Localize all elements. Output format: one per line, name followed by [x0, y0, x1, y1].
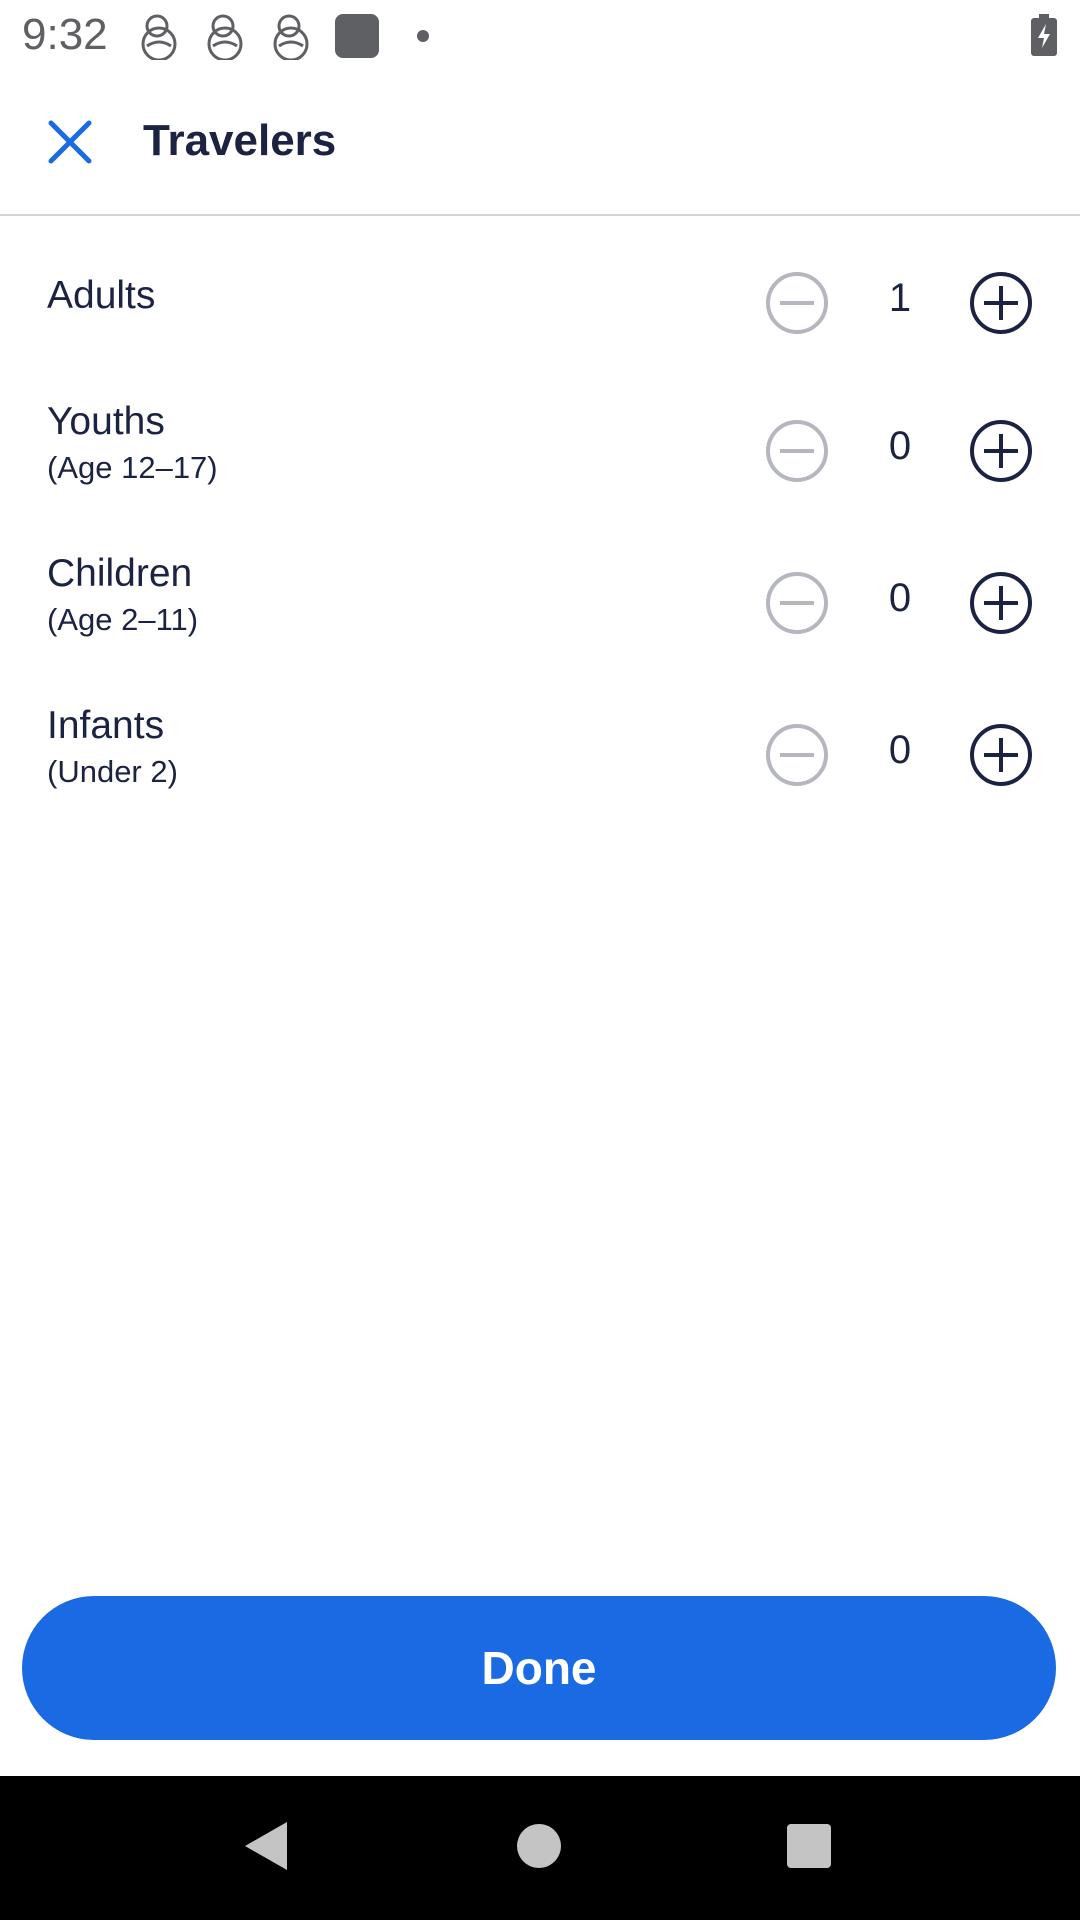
plus-circle-icon: [968, 272, 1034, 340]
infants-count: 0: [888, 728, 912, 772]
nav-recents-button[interactable]: [773, 1812, 845, 1884]
recents-square-icon: [785, 1822, 833, 1875]
minus-circle-icon: [764, 420, 830, 488]
increment-children-button[interactable]: [968, 570, 1034, 636]
traveler-row-adults: Adults 1: [0, 218, 1080, 370]
close-icon: [47, 119, 93, 170]
increment-infants-button[interactable]: [968, 722, 1034, 788]
notification-app-icon: [137, 12, 181, 62]
back-triangle-icon: [241, 1820, 291, 1877]
plus-circle-icon: [968, 724, 1034, 792]
travelers-screen: 9:32 Travelers Adults 1 Youths (Age 12–1…: [0, 0, 1080, 1920]
minus-circle-icon: [764, 572, 830, 640]
system-nav-bar: [0, 1776, 1080, 1920]
youths-count: 0: [888, 424, 912, 468]
notification-app-icon: [269, 12, 313, 62]
more-notifications-dot-icon: [417, 30, 429, 42]
traveler-row-youths: Youths (Age 12–17) 0: [0, 366, 1080, 518]
plus-circle-icon: [968, 420, 1034, 488]
done-button[interactable]: Done: [22, 1596, 1056, 1740]
decrement-youths-button[interactable]: [764, 418, 830, 484]
nav-back-button[interactable]: [230, 1812, 302, 1884]
adults-count: 1: [888, 276, 912, 320]
plus-circle-icon: [968, 572, 1034, 640]
decrement-children-button[interactable]: [764, 570, 830, 636]
nav-home-button[interactable]: [503, 1812, 575, 1884]
notification-app-icon: [203, 12, 247, 62]
minus-circle-icon: [764, 272, 830, 340]
traveler-row-children: Children (Age 2–11) 0: [0, 518, 1080, 670]
status-time: 9:32: [22, 10, 108, 59]
page-title: Travelers: [143, 116, 337, 165]
decrement-infants-button[interactable]: [764, 722, 830, 788]
decrement-adults-button[interactable]: [764, 270, 830, 336]
status-bar: 9:32: [0, 0, 1080, 72]
traveler-label: Youths: [47, 400, 165, 443]
notification-square-icon: [334, 12, 379, 60]
traveler-age-range: (Age 12–17): [47, 450, 218, 485]
home-circle-icon: [515, 1822, 563, 1875]
traveler-age-range: (Age 2–11): [47, 602, 199, 637]
traveler-label: Children: [47, 552, 193, 595]
children-count: 0: [888, 576, 912, 620]
minus-circle-icon: [764, 724, 830, 792]
toolbar: Travelers: [0, 72, 1080, 216]
increment-adults-button[interactable]: [968, 270, 1034, 336]
traveler-row-infants: Infants (Under 2) 0: [0, 670, 1080, 822]
traveler-label: Infants: [47, 704, 165, 747]
increment-youths-button[interactable]: [968, 418, 1034, 484]
traveler-label: Adults: [47, 274, 156, 317]
battery-charging-icon: [1031, 14, 1057, 56]
traveler-age-range: (Under 2): [47, 754, 178, 789]
close-button[interactable]: [30, 104, 110, 184]
